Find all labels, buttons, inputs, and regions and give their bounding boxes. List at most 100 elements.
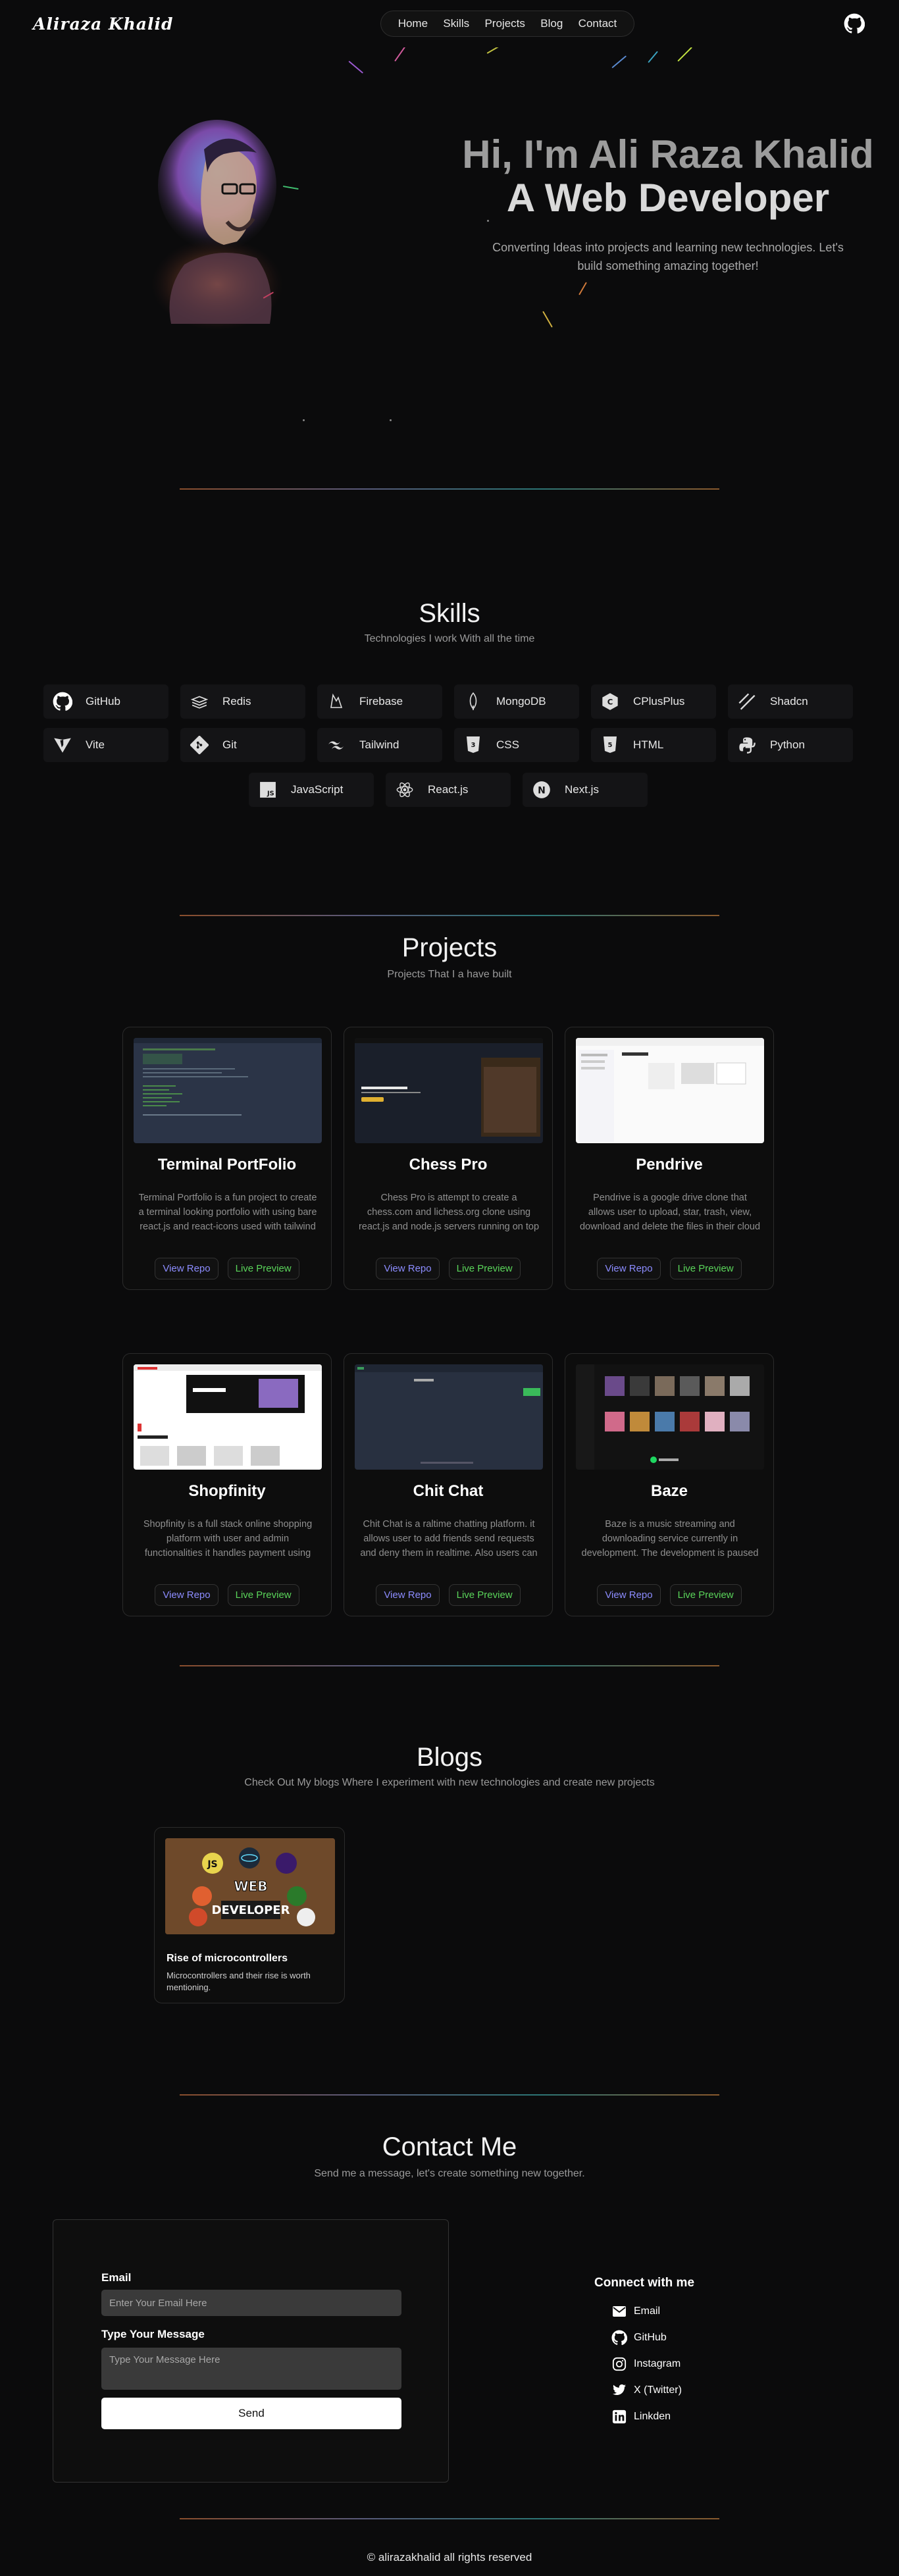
connect-link-linkden[interactable]: Linkden bbox=[611, 2404, 694, 2430]
projects-subtitle: Projects That I a have built bbox=[387, 969, 512, 980]
blog-thumb-word: DEVELOPER bbox=[212, 1903, 290, 1917]
svg-text:C: C bbox=[607, 698, 613, 707]
twitter-icon bbox=[611, 2383, 627, 2398]
connect-link-xtwitter[interactable]: X (Twitter) bbox=[611, 2377, 694, 2404]
skill-chip-javascript: JS JavaScript bbox=[249, 773, 374, 807]
project-description: Shopfinity is a full stack online shoppi… bbox=[143, 1519, 313, 1558]
blog-thumb-word: WEB bbox=[234, 1878, 268, 1894]
skills-subtitle: Technologies I work With all the time bbox=[364, 633, 535, 644]
skill-label: Redis bbox=[222, 695, 251, 708]
blog-card[interactable]: JS WEB DEVELOPER Rise of microcontroller… bbox=[154, 1827, 345, 2003]
send-button[interactable]: Send bbox=[101, 2398, 401, 2429]
connect-link-instagram[interactable]: Instagram bbox=[611, 2351, 694, 2377]
vite-icon bbox=[51, 734, 74, 756]
hero-role: A Web Developer bbox=[506, 176, 830, 220]
message-label: Type Your Message bbox=[101, 2328, 205, 2340]
project-description: Terminal Portfolio is a fun project to c… bbox=[138, 1193, 317, 1232]
connect-link-email[interactable]: Email bbox=[611, 2298, 694, 2325]
skill-label: Tailwind bbox=[359, 738, 399, 751]
react-icon bbox=[394, 779, 416, 801]
python-icon bbox=[736, 734, 758, 756]
project-title: Pendrive bbox=[636, 1156, 703, 1173]
decor-streak bbox=[677, 47, 692, 62]
skill-chip-css: 3 CSS bbox=[454, 728, 579, 762]
project-thumbnail bbox=[576, 1364, 764, 1470]
css-icon: 3 bbox=[462, 734, 484, 756]
nextjs-icon: N bbox=[530, 779, 553, 801]
live-preview-button[interactable]: Live Preview bbox=[448, 1584, 521, 1606]
decor-streak bbox=[486, 47, 511, 54]
nav-link-projects[interactable]: Projects bbox=[484, 17, 525, 30]
svg-text:5: 5 bbox=[608, 742, 613, 749]
svg-text:JS: JS bbox=[207, 1859, 217, 1870]
live-preview-button[interactable]: Live Preview bbox=[227, 1258, 299, 1279]
nav-link-home[interactable]: Home bbox=[398, 17, 428, 30]
skill-chip-vite: Vite bbox=[43, 728, 168, 762]
live-preview-button[interactable]: Live Preview bbox=[448, 1258, 521, 1279]
navbar: Aliraza Khalid Home Skills Projects Blog… bbox=[0, 0, 899, 47]
live-preview-button[interactable]: Live Preview bbox=[669, 1258, 742, 1279]
nav-menu: Home Skills Projects Blog Contact bbox=[380, 11, 634, 37]
portrait-illustration bbox=[151, 120, 283, 330]
view-repo-button[interactable]: View Repo bbox=[597, 1258, 661, 1279]
view-repo-button[interactable]: View Repo bbox=[597, 1584, 661, 1606]
skill-label: CSS bbox=[496, 738, 519, 751]
project-thumbnail bbox=[355, 1364, 543, 1470]
blog-title[interactable]: Rise of microcontrollers bbox=[167, 1953, 288, 1965]
skill-chip-github: GitHub bbox=[43, 684, 168, 719]
site-logo[interactable]: Aliraza Khalid bbox=[33, 14, 173, 34]
view-repo-button[interactable]: View Repo bbox=[376, 1258, 440, 1279]
html-icon: 5 bbox=[599, 734, 621, 756]
decor-streak bbox=[648, 51, 658, 63]
skill-chip-reactjs: React.js bbox=[386, 773, 511, 807]
project-card: Terminal PortFolio Terminal Portfolio is … bbox=[122, 1027, 332, 1290]
email-field[interactable] bbox=[101, 2290, 401, 2316]
contact-form: Email Type Your Message Send bbox=[53, 2219, 449, 2483]
footer-copyright: © alirazakhalid all rights reserved bbox=[367, 2551, 532, 2563]
connect-link-github[interactable]: GitHub bbox=[611, 2325, 694, 2351]
connect-link-label: GitHub bbox=[634, 2332, 667, 2343]
nav-link-contact[interactable]: Contact bbox=[578, 17, 617, 30]
connect-title: Connect with me bbox=[594, 2276, 695, 2290]
live-preview-button[interactable]: Live Preview bbox=[669, 1584, 742, 1606]
connect-link-label: Instagram bbox=[634, 2358, 681, 2369]
decor-streak bbox=[348, 61, 364, 74]
project-card: Chit Chat Chit Chat is a raltime chatting… bbox=[344, 1353, 553, 1616]
connect-link-label: Email bbox=[634, 2306, 661, 2317]
decor-streak bbox=[578, 282, 587, 296]
nav-link-skills[interactable]: Skills bbox=[443, 17, 469, 30]
project-description: Chess Pro is attempt to create a chess.c… bbox=[358, 1193, 540, 1232]
message-field[interactable] bbox=[101, 2348, 401, 2390]
mail-icon bbox=[611, 2304, 627, 2319]
blogs-title: Blogs bbox=[416, 1743, 483, 1772]
live-preview-button[interactable]: Live Preview bbox=[227, 1584, 299, 1606]
skills-title: Skills bbox=[419, 599, 480, 628]
redis-icon bbox=[188, 690, 211, 713]
skill-label: Firebase bbox=[359, 695, 403, 708]
git-icon bbox=[188, 734, 211, 756]
hero-tagline: Converting Ideas into projects and learn… bbox=[492, 241, 844, 272]
project-actions: View Repo Live Preview bbox=[344, 1258, 552, 1279]
cplusplus-icon: C bbox=[599, 690, 621, 713]
view-repo-button[interactable]: View Repo bbox=[376, 1584, 440, 1606]
shadcn-icon bbox=[736, 690, 758, 713]
hero-greeting: Hi, I'm Ali Raza Khalid bbox=[462, 132, 874, 176]
github-icon[interactable] bbox=[844, 13, 865, 34]
view-repo-button[interactable]: View Repo bbox=[155, 1584, 218, 1606]
project-actions: View Repo Live Preview bbox=[123, 1584, 331, 1606]
project-title: Baze bbox=[650, 1482, 688, 1500]
instagram-icon bbox=[611, 2356, 627, 2372]
project-actions: View Repo Live Preview bbox=[565, 1258, 773, 1279]
project-card: Pendrive Pendrive is a google drive clone… bbox=[565, 1027, 774, 1290]
nav-link-blog[interactable]: Blog bbox=[540, 17, 563, 30]
decor-dot bbox=[487, 220, 489, 222]
project-actions: View Repo Live Preview bbox=[565, 1584, 773, 1606]
project-description: Pendrive is a google drive clone that al… bbox=[579, 1193, 761, 1232]
project-title: Chit Chat bbox=[413, 1482, 484, 1500]
skill-chip-nextjs: N Next.js bbox=[523, 773, 648, 807]
view-repo-button[interactable]: View Repo bbox=[155, 1258, 218, 1279]
project-actions: View Repo Live Preview bbox=[123, 1258, 331, 1279]
contact-subtitle: Send me a message, let's create somethin… bbox=[314, 2168, 585, 2179]
section-divider bbox=[180, 2518, 719, 2519]
blog-thumbnail: JS WEB DEVELOPER bbox=[165, 1838, 335, 1934]
